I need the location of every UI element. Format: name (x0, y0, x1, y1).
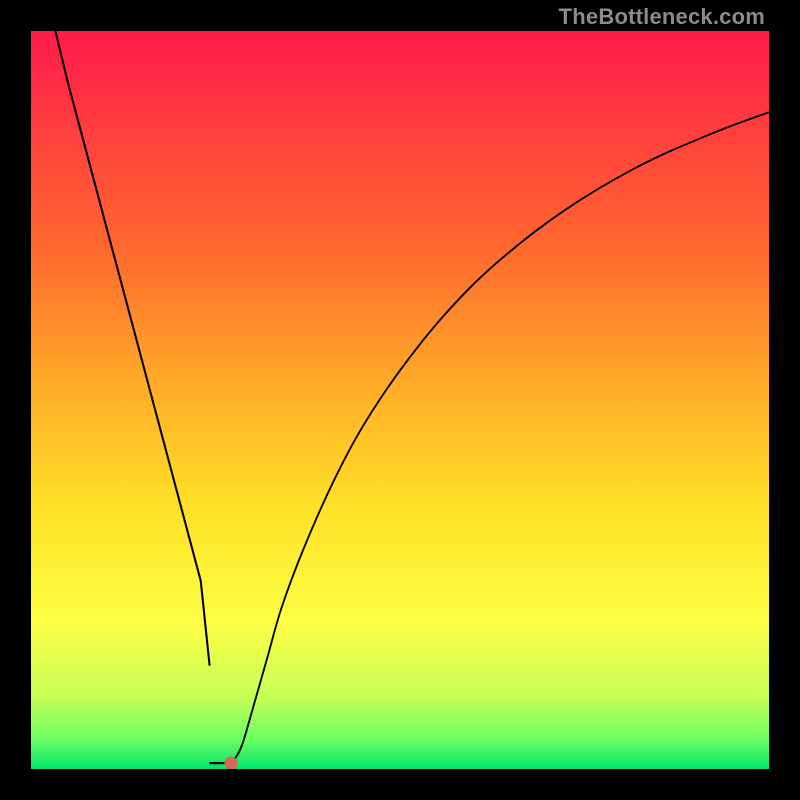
bottleneck-chart (31, 31, 769, 769)
gradient-background (31, 31, 769, 769)
chart-frame (31, 31, 769, 769)
watermark-text: TheBottleneck.com (559, 4, 765, 30)
